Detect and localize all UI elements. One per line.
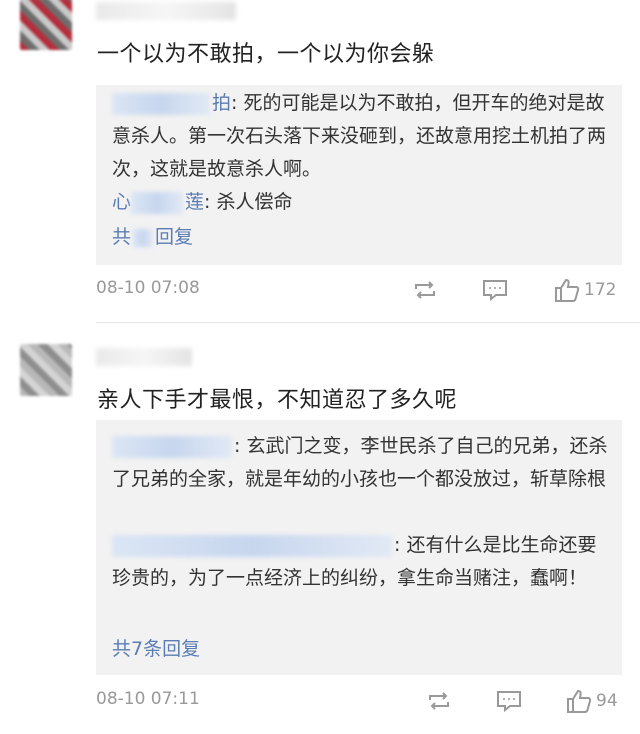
reply-username[interactable]: 莲: [185, 191, 204, 213]
comment-meta: 08-10 07:08 172: [96, 276, 622, 304]
reply-item: 拍: 死的可能是以为不敢拍，但开车的绝对是故意杀人。第一次石头落下来没砸到，还故…: [112, 87, 608, 186]
like-count: 172: [584, 280, 617, 300]
username-blurred[interactable]: [96, 348, 192, 366]
reply-item: : 还有什么是比生命还要珍贵的，为了一点经济上的纠纷，拿生命当赌注，蠢啊！: [112, 529, 608, 595]
divider: [96, 322, 640, 323]
reply-username-head[interactable]: 心: [112, 191, 131, 213]
view-all-replies-link[interactable]: 共回复: [112, 222, 193, 249]
reply-box: : 玄武门之变，李世民杀了自己的兄弟，还杀了兄弟的全家，就是年幼的小孩也一个都没…: [96, 420, 622, 675]
comment-icon: [497, 691, 521, 713]
repost-icon: [415, 281, 435, 299]
comment-time: 08-10 07:11: [96, 689, 200, 709]
reply-count-blurred: [133, 228, 154, 247]
comment-meta: 08-10 07:11 94: [96, 687, 622, 715]
username-blurred[interactable]: [96, 2, 236, 20]
reply-username[interactable]: 拍: [212, 92, 231, 114]
comment-text: 一个以为不敢拍，一个以为你会躲: [97, 42, 435, 67]
thumbs-up-icon: [555, 278, 580, 302]
view-all-replies-link[interactable]: 共7条回复: [112, 634, 200, 661]
comment-icon: [483, 280, 507, 302]
like-button[interactable]: 94: [566, 687, 618, 715]
reply-text: : 杀人偿命: [204, 191, 293, 213]
reply-username-blurred[interactable]: [112, 92, 210, 115]
reply-item: 心 莲: 杀人偿命: [112, 186, 608, 219]
comment-time: 08-10 07:08: [96, 278, 200, 298]
repost-button[interactable]: [412, 276, 438, 304]
repost-icon: [429, 692, 449, 710]
reply-username-blurred[interactable]: [112, 435, 232, 458]
like-button[interactable]: 172: [554, 276, 616, 304]
avatar[interactable]: [20, 344, 72, 396]
reply-username-blurred[interactable]: [112, 534, 392, 557]
comment-button[interactable]: [482, 276, 508, 304]
reply-username-blurred[interactable]: [131, 191, 184, 214]
comment-text: 亲人下手才最恨，不知道忍了多久呢: [97, 388, 458, 413]
avatar[interactable]: [20, 0, 72, 50]
like-count: 94: [596, 691, 618, 711]
reply-box: 拍: 死的可能是以为不敢拍，但开车的绝对是故意杀人。第一次石头落下来没砸到，还故…: [96, 85, 622, 265]
comment-button[interactable]: [496, 687, 522, 715]
reply-item: : 玄武门之变，李世民杀了自己的兄弟，还杀了兄弟的全家，就是年幼的小孩也一个都没…: [112, 430, 608, 496]
thumbs-up-icon: [567, 689, 592, 713]
repost-button[interactable]: [426, 687, 452, 715]
